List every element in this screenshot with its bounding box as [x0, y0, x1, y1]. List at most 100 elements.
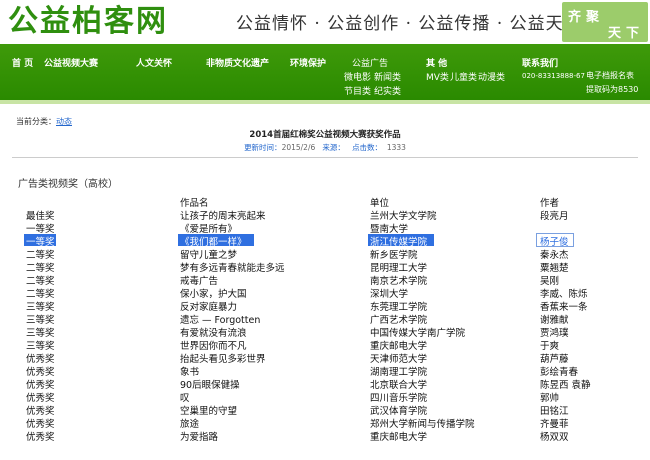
table-row[interactable]: 优秀奖 抬起头看见多彩世界 天津师范大学 葫芦藤 [0, 351, 650, 365]
unit-cell: 东莞理工学院 [370, 302, 428, 313]
site-logo[interactable]: 公益柏客网 [8, 2, 168, 42]
col-header-unit: 单位 [370, 198, 390, 209]
author-cell: 郭帅 [540, 393, 560, 404]
work-cell: 《爱是所有》 [180, 224, 238, 235]
work-cell: 空巢里的守望 [180, 406, 238, 417]
unit-cell: 武汉体育学院 [370, 406, 428, 417]
unit-cell: 新乡医学院 [370, 250, 418, 261]
author-cell: 贾鸿璞 [540, 328, 569, 339]
work-cell: 世界因你而不凡 [180, 341, 247, 352]
award-cell: 优秀奖 [26, 380, 55, 391]
nav-humanity[interactable]: 人文关怀 [136, 56, 172, 69]
unit-cell: 南京艺术学院 [370, 276, 428, 287]
author-cell: 陈昱西 袁静 [540, 380, 591, 391]
award-cell: 优秀奖 [26, 393, 55, 404]
unit-cell: 北京联合大学 [370, 380, 428, 391]
author-cell: 粟翘楚 [540, 263, 569, 274]
work-cell: 梦有多远青春就能走多远 [180, 263, 285, 274]
award-cell: 优秀奖 [26, 406, 55, 417]
author-cell: 谢雅献 [540, 315, 569, 326]
contact-phone: 020-83313888-67 [522, 72, 585, 80]
nav-program[interactable]: 节目类 [344, 84, 371, 97]
table-row[interactable]: 优秀奖 空巢里的守望 武汉体育学院 田铭江 [0, 403, 650, 417]
unit-cell: 深圳大学 [370, 289, 409, 300]
nav-others[interactable]: 其 他 [426, 56, 447, 69]
unit-cell: 重庆邮电大学 [370, 432, 428, 443]
corner-badge: 齐 聚 天 下 [562, 2, 648, 42]
breadcrumb-link[interactable]: 动态 [56, 117, 72, 126]
nav-kids[interactable]: 儿童类 [450, 70, 477, 83]
update-time: 2015/2/6 [281, 143, 316, 152]
nav-documentary[interactable]: 纪实类 [374, 84, 401, 97]
table-row[interactable]: 优秀奖 旅途 郑州大学新闻与传播学院 齐曼菲 [0, 416, 650, 430]
author-cell: 齐曼菲 [540, 419, 569, 430]
author-cell: 段亮月 [540, 211, 569, 222]
col-header-author: 作者 [540, 198, 560, 209]
table-row[interactable]: 二等奖 留守儿童之梦 新乡医学院 秦永杰 [0, 247, 650, 261]
award-cell: 二等奖 [26, 289, 55, 300]
award-cell: 最佳奖 [26, 211, 55, 222]
work-cell: 有爱就没有流浪 [180, 328, 247, 339]
source-label: 来源： [322, 143, 345, 152]
time-label: 更新时间： [244, 143, 282, 152]
badge-char: 天 [608, 26, 622, 41]
badge-char: 齐 [568, 10, 582, 25]
award-cell: 优秀奖 [26, 419, 55, 430]
badge-char: 下 [626, 26, 640, 41]
main-nav: 首 页 公益视频大赛 人文关怀 非物质文化遗产 环境保护 公益广告 微电影 新闻… [0, 44, 650, 100]
unit-cell: 广西艺术学院 [370, 315, 428, 326]
site-header: 公益柏客网 公益情怀 · 公益创作 · 公益传播 · 公益天下 齐 聚 天 下 [0, 0, 650, 44]
table-row[interactable]: 二等奖 梦有多远青春就能走多远 昆明理工大学 粟翘楚 [0, 260, 650, 274]
table-row[interactable]: 优秀奖 象书 湖南理工学院 彭绘青春 [0, 364, 650, 378]
nav-home[interactable]: 首 页 [12, 56, 33, 69]
award-cell: 三等奖 [26, 328, 55, 339]
subnav-bar [0, 100, 650, 104]
badge-char: 聚 [586, 10, 600, 25]
nav-environment[interactable]: 环境保护 [290, 56, 326, 69]
author-cell: 杨子俊 [540, 237, 569, 248]
unit-cell: 四川音乐学院 [370, 393, 428, 404]
table-row[interactable]: 一等奖 《我们都一样》 浙江传媒学院 杨子俊 [0, 233, 650, 248]
nav-heritage[interactable]: 非物质文化遗产 [206, 56, 269, 69]
nav-micro-film[interactable]: 微电影 [344, 70, 371, 83]
nav-contact[interactable]: 联系我们 [522, 56, 558, 69]
author-cell: 葫芦藤 [540, 354, 569, 365]
author-cell: 田铭江 [540, 406, 569, 417]
author-cell: 秦永杰 [540, 250, 569, 261]
work-cell: 90后眼保健操 [180, 380, 240, 391]
breadcrumb-label: 当前分类： [16, 117, 56, 126]
work-cell: 反对家庭暴力 [180, 302, 238, 313]
unit-cell: 浙江传媒学院 [370, 237, 428, 248]
table-row[interactable]: 二等奖 保小家，护大国 深圳大学 李威、陈烁 [0, 286, 650, 300]
breadcrumb: 当前分类：动态 [16, 116, 72, 127]
author-cell: 于爽 [540, 341, 560, 352]
award-cell: 二等奖 [26, 276, 55, 287]
table-row[interactable]: 三等奖 遗忘 — Forgotten 广西艺术学院 谢雅献 [0, 312, 650, 326]
clicks-label: 点击数： [352, 143, 383, 152]
nav-video-contest[interactable]: 公益视频大赛 [44, 56, 98, 69]
award-cell: 三等奖 [26, 341, 55, 352]
table-row[interactable]: 最佳奖 让孩子的周末亮起来 兰州大学文学院 段亮月 [0, 208, 650, 222]
article-title: 2014首届红棉奖公益视频大赛获奖作品 [249, 130, 401, 140]
award-cell: 一等奖 [26, 224, 55, 235]
nav-news[interactable]: 新闻类 [374, 70, 401, 83]
nav-animation[interactable]: 动漫类 [478, 70, 505, 83]
author-cell: 杨双双 [540, 432, 569, 443]
unit-cell: 湖南理工学院 [370, 367, 428, 378]
table-row[interactable]: 三等奖 有爱就没有流浪 中国传媒大学南广学院 贾鸿璞 [0, 325, 650, 339]
table-row[interactable]: 优秀奖 为爱指路 重庆邮电大学 杨双双 [0, 429, 650, 443]
site-slogan: 公益情怀 · 公益创作 · 公益传播 · 公益天下 [236, 14, 582, 34]
unit-cell: 中国传媒大学南广学院 [370, 328, 466, 339]
table-row[interactable]: 三等奖 反对家庭暴力 东莞理工学院 香蕉来一条 [0, 299, 650, 313]
click-count: 1333 [386, 143, 406, 152]
table-row[interactable]: 二等奖 戒毒广告 南京艺术学院 吴刚 [0, 273, 650, 287]
nav-public-ads[interactable]: 公益广告 [352, 56, 388, 69]
table-row[interactable]: 优秀奖 叹 四川音乐学院 郭帅 [0, 390, 650, 404]
unit-cell: 天津师范大学 [370, 354, 428, 365]
table-row[interactable]: 三等奖 世界因你而不凡 重庆邮电大学 于爽 [0, 338, 650, 352]
award-cell: 二等奖 [26, 263, 55, 274]
award-cell: 三等奖 [26, 315, 55, 326]
table-row[interactable]: 优秀奖 90后眼保健操 北京联合大学 陈昱西 袁静 [0, 377, 650, 391]
nav-signup-form[interactable]: 电子档报名表 [586, 70, 634, 81]
nav-mv[interactable]: MV类 [426, 70, 449, 83]
